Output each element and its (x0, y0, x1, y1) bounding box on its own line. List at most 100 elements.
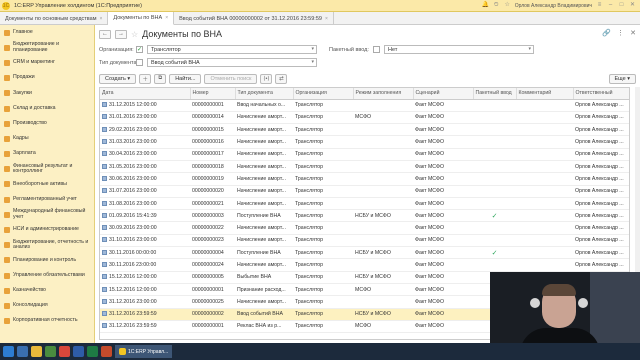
table-cell-comment (516, 148, 573, 161)
dropdown-icon[interactable]: ▾ (311, 59, 314, 65)
sidebar-item-7[interactable]: Кадры (0, 131, 94, 146)
more-button[interactable]: Еще ▾ (608, 73, 636, 84)
batch-input-checkbox[interactable] (373, 46, 380, 53)
column-header[interactable]: Комментарий (516, 88, 574, 100)
tab-close-icon[interactable]: × (165, 15, 168, 21)
column-header[interactable]: Дата (100, 88, 191, 100)
table-row[interactable]: 30.06.2016 23:00:00 00000000019 Начисление… (100, 172, 629, 186)
sidebar-item-5[interactable]: Склад и доставка (0, 101, 94, 116)
refresh-icon[interactable]: ⇄ (275, 73, 288, 84)
close-form-icon[interactable]: ✕ (630, 29, 636, 37)
table-row[interactable]: 31.08.2016 23:00:00 00000000021 Начисление… (100, 197, 629, 211)
favorite-star-icon[interactable]: ☆ (131, 30, 138, 39)
sidebar-item-16[interactable]: Управление обязательствами (0, 268, 94, 283)
doctype-filter-checkbox[interactable] (136, 59, 143, 66)
forward-button[interactable]: → (115, 29, 127, 39)
link-icon[interactable]: 🔗 (602, 29, 611, 37)
table-row[interactable]: 01.09.2016 15:41:39 00000000003 Поступлени… (100, 209, 629, 223)
sidebar-item-1[interactable]: Бюджетирование и планирование (0, 40, 94, 55)
add-icon[interactable]: ＋ (139, 73, 152, 84)
column-header[interactable]: Ответственный (573, 88, 629, 100)
column-header[interactable]: Организация (293, 88, 354, 100)
structure-icon[interactable]: ⟨•⟩ (260, 73, 273, 84)
sidebar-item-0[interactable]: Главное (0, 25, 94, 40)
more-vertical-icon[interactable]: ⋮ (617, 29, 624, 37)
powerpoint-icon[interactable] (101, 346, 112, 357)
sidebar-item-11[interactable]: Регламентированный учет (0, 192, 94, 207)
user-name[interactable]: Орлов Александр Владимирович (515, 3, 592, 9)
folder-icon[interactable] (31, 346, 42, 357)
media-icon[interactable] (45, 346, 56, 357)
table-row[interactable]: 31.10.2016 23:00:00 00000000023 Начисление… (100, 234, 629, 248)
organization-field[interactable]: Транслятор ▾ (147, 45, 317, 54)
copy-icon[interactable]: ⧉ (154, 73, 167, 84)
start-icon[interactable] (3, 346, 14, 357)
batch-input-field[interactable]: Нет ▾ (384, 45, 534, 54)
table-row[interactable]: 30.11.2016 23:00:00 00000000024 Начисление… (100, 258, 629, 272)
column-header[interactable]: Пакетный ввод (473, 88, 517, 100)
find-button[interactable]: Найти... (169, 73, 202, 84)
sidebar-item-12[interactable]: Международный финансовый учет (0, 207, 94, 222)
table-row[interactable]: 30.11.2016 00:00:00 00000000004 Поступлени… (100, 246, 629, 260)
tab-close-icon[interactable]: × (100, 16, 103, 22)
table-cell-resp: Орлов Александр ... (573, 160, 629, 174)
table-row[interactable]: 30.04.2016 23:00:00 00000000017 Начисление… (100, 148, 629, 161)
chrome-icon[interactable] (59, 346, 70, 357)
table-cell-date: 31.05.2016 23:00:00 (100, 160, 190, 174)
sidebar-item-18[interactable]: Консолидация (0, 298, 94, 313)
sidebar-item-9[interactable]: Финансовый результат и контроллинг (0, 162, 94, 177)
section-icon (4, 181, 10, 188)
tab-1[interactable]: Документы по ВНА × (108, 12, 175, 25)
document-posted-icon (102, 126, 107, 132)
sidebar-item-19[interactable]: Корпоративная отчетность (0, 314, 94, 329)
sidebar-item-3[interactable]: Продажи (0, 71, 94, 86)
table-row[interactable]: 29.02.2016 23:00:00 00000000015 Начисление… (100, 123, 629, 137)
word-icon[interactable] (73, 346, 84, 357)
column-header[interactable]: Тип документа (235, 88, 294, 100)
sidebar-item-15[interactable]: Планирование и контроль (0, 253, 94, 268)
close-icon[interactable]: ✕ (629, 2, 636, 9)
create-button[interactable]: Создать ▾ (99, 73, 137, 84)
tab-0[interactable]: Документы по основным средствам × (0, 12, 109, 25)
sidebar-item-6[interactable]: Производство (0, 116, 94, 131)
sidebar-item-17[interactable]: Казначейство (0, 283, 94, 298)
table-cell-resp: Орлов Александр ... (573, 123, 629, 137)
table-row[interactable]: 31.07.2016 23:00:00 00000000020 Начисление… (100, 185, 629, 198)
history-icon[interactable]: ⏲ (493, 2, 500, 9)
back-button[interactable]: ← (99, 29, 111, 39)
table-cell-mode (353, 172, 413, 186)
cancel-search-button[interactable]: Отменить поиск (204, 73, 258, 84)
doctype-field[interactable]: Ввод событий ВНА ▾ (147, 58, 317, 67)
excel-icon[interactable] (87, 346, 98, 357)
table-row[interactable]: 31.01.2016 23:00:00 00000000014 Начисление… (100, 111, 629, 125)
column-header[interactable]: Номер (190, 88, 236, 100)
sidebar-item-10[interactable]: Внеоборотные активы (0, 177, 94, 192)
maximize-icon[interactable]: □ (618, 2, 625, 9)
dropdown-icon[interactable]: ▾ (528, 46, 531, 52)
menu-icon[interactable]: ≡ (596, 2, 603, 9)
sidebar-item-4[interactable]: Закупки (0, 86, 94, 101)
minimize-icon[interactable]: – (607, 2, 614, 9)
sidebar-item-label: Главное (13, 28, 33, 35)
table-row[interactable]: 31.05.2016 23:00:00 00000000018 Начисление… (100, 160, 629, 174)
table-cell-resp: Орлов Александр ... (573, 135, 629, 149)
dropdown-icon[interactable]: ▾ (311, 46, 314, 52)
bell-icon[interactable]: 🔔 (482, 2, 489, 9)
taskbar-app-1c[interactable]: 1С:ERP Управл... (115, 345, 173, 358)
organization-filter-checkbox[interactable]: ✓ (136, 46, 143, 53)
form-header-actions: 🔗 ⋮ ✕ (602, 29, 636, 37)
table-row[interactable]: 30.09.2016 23:00:00 00000000022 Начисление… (100, 221, 629, 235)
column-header[interactable]: Режим заполнения (353, 88, 414, 100)
sidebar-item-14[interactable]: Бюджетирование, отчетность и анализ (0, 238, 94, 253)
table-row[interactable]: 31.03.2016 23:00:00 00000000016 Начисление… (100, 135, 629, 149)
ie-icon[interactable] (17, 346, 28, 357)
sidebar-item-8[interactable]: Зарплата (0, 147, 94, 162)
sidebar-item-13[interactable]: НСИ и администрирование (0, 222, 94, 237)
sidebar-item-2[interactable]: CRM и маркетинг (0, 55, 94, 70)
toolbar: Создать ▾ ＋ ⧉ Найти... Отменить поиск ⟨•… (99, 73, 636, 84)
star-icon[interactable]: ☆ (504, 2, 511, 9)
tab-2[interactable]: Ввод событий ВНА 00000000002 от 31.12.20… (174, 12, 334, 25)
table-row[interactable]: 31.12.2015 12:00:00 00000000001 Ввод начал… (100, 99, 629, 112)
tab-close-icon[interactable]: × (325, 16, 328, 22)
column-header[interactable]: Сценарий (413, 88, 474, 100)
